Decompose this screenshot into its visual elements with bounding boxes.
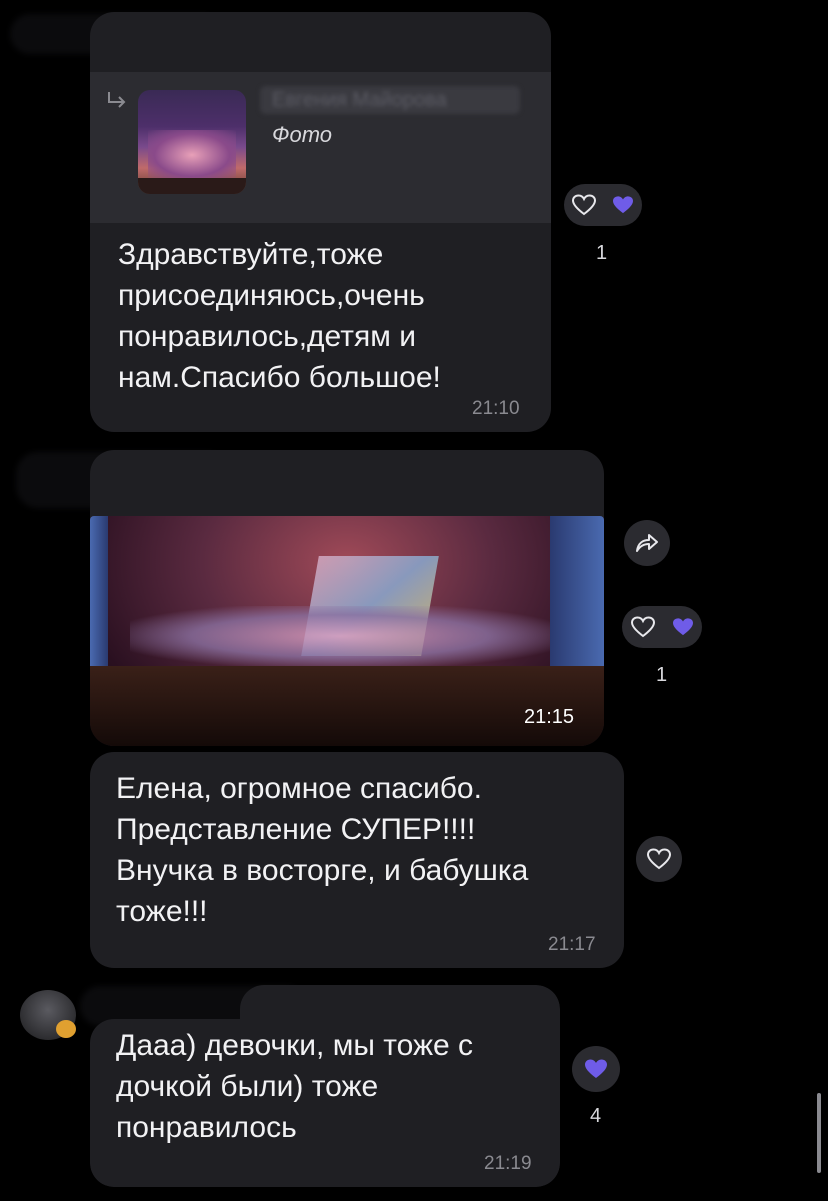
- heart-outline-icon[interactable]: [571, 194, 597, 216]
- message-time: 21:17: [548, 934, 596, 955]
- message-text: Елена, огромное спасибо. Представление С…: [116, 772, 529, 928]
- share-button[interactable]: [624, 520, 670, 566]
- heart-filled-icon: [585, 1059, 607, 1078]
- message-text: Дааа) девочки, мы тоже с дочкой были) то…: [116, 1029, 474, 1144]
- reaction-count: 1: [656, 664, 668, 686]
- reaction-bar[interactable]: [564, 184, 642, 226]
- reply-kind-label: Фото: [272, 122, 333, 147]
- add-reaction-button[interactable]: [636, 836, 682, 882]
- heart-outline-icon: [646, 848, 672, 870]
- message-bubble[interactable]: Евгения Майорова Фото Здравствуйте,тоже …: [90, 12, 551, 432]
- photo-message-bubble[interactable]: 21:15: [90, 450, 604, 746]
- reply-author-redacted: Евгения Майорова: [260, 86, 520, 114]
- message-time: 21:19: [484, 1153, 532, 1174]
- share-icon: [636, 534, 658, 552]
- reply-photo-thumbnail: [138, 90, 246, 194]
- reaction-count: 1: [596, 242, 608, 264]
- heart-filled-icon[interactable]: [671, 617, 695, 637]
- message-text: Здравствуйте,тоже присоединяюсь,очень по…: [118, 238, 441, 394]
- photo-time: 21:15: [524, 706, 575, 728]
- message-time: 21:10: [472, 398, 520, 419]
- reply-arrow-icon: [108, 92, 126, 108]
- message-photo[interactable]: 21:15: [90, 516, 604, 746]
- reply-preview[interactable]: Евгения Майорова Фото: [90, 72, 551, 223]
- reaction-bar[interactable]: [622, 606, 702, 648]
- reaction-count: 4: [590, 1105, 602, 1127]
- avatar-badge: [56, 1020, 76, 1038]
- heart-filled-icon[interactable]: [611, 195, 635, 215]
- reaction-button[interactable]: [572, 1046, 620, 1092]
- heart-outline-icon[interactable]: [630, 616, 656, 638]
- message-bubble[interactable]: Дааа) девочки, мы тоже с дочкой были) то…: [90, 985, 560, 1187]
- scrollbar[interactable]: [817, 1093, 821, 1173]
- message-bubble[interactable]: Елена, огромное спасибо. Представление С…: [90, 752, 624, 968]
- avatar[interactable]: [20, 990, 76, 1040]
